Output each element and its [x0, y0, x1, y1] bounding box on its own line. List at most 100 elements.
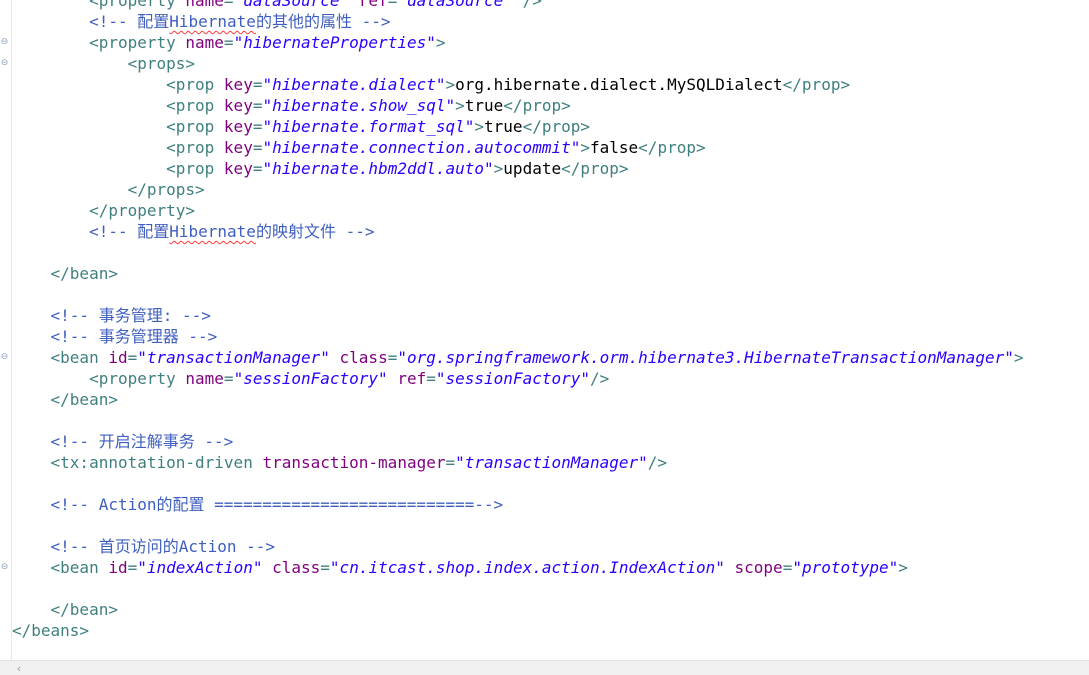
text-content-token: update — [503, 159, 562, 178]
attribute-value-token: "org.springframework.orm.hibernate3.Hibe… — [397, 348, 1014, 367]
editor-gutter: ⊖ ⊖ ⊖ ⊖ — [0, 0, 12, 660]
chevron-left-icon[interactable]: ‹ — [12, 662, 26, 675]
code-line[interactable]: </props> — [12, 179, 1089, 200]
attribute-name-token: class — [272, 558, 321, 577]
xml-editor[interactable]: ⊖ ⊖ ⊖ ⊖ <property name="dataSource" ref="da… — [0, 0, 1089, 675]
code-line[interactable] — [12, 473, 1089, 494]
text-content-token: org.hibernate.dialect.MySQLDialect — [455, 75, 783, 94]
xml-tag-token: = — [387, 348, 398, 367]
code-line[interactable]: <prop key="hibernate.dialect">org.hibern… — [12, 74, 1089, 95]
code-line[interactable]: <bean id="transactionManager" class="org… — [12, 347, 1089, 368]
horizontal-scrollbar[interactable]: ‹ — [0, 660, 1089, 675]
code-line[interactable]: <property name="hibernateProperties"> — [12, 32, 1089, 53]
attribute-value-token: "hibernateProperties" — [233, 33, 436, 52]
code-line[interactable]: <prop key="hibernate.format_sql">true</p… — [12, 116, 1089, 137]
code-line[interactable]: </bean> — [12, 599, 1089, 620]
attribute-value-token: "prototype" — [792, 558, 899, 577]
attribute-value-token: "transactionManager" — [137, 348, 330, 367]
code-line[interactable] — [12, 515, 1089, 536]
xml-tag-token: <prop — [166, 117, 224, 136]
code-line[interactable]: <!-- Action的配置 =========================… — [12, 494, 1089, 515]
xml-tag-token: </prop> — [522, 117, 590, 136]
code-line[interactable]: </beans> — [12, 620, 1089, 641]
xml-tag-token: <bean — [50, 558, 109, 577]
attribute-name-token: name — [185, 33, 224, 52]
code-line[interactable]: <prop key="hibernate.show_sql">true</pro… — [12, 95, 1089, 116]
code-line[interactable]: <property name="sessionFactory" ref="ses… — [12, 368, 1089, 389]
attribute-name-token: name — [185, 369, 224, 388]
xml-tag-token: = — [127, 558, 138, 577]
code-line[interactable]: <!-- 开启注解事务 --> — [12, 431, 1089, 452]
code-line[interactable]: <props> — [12, 53, 1089, 74]
code-line[interactable]: <property name="dataSource" ref="dataSou… — [12, 0, 1089, 11]
attribute-value-token: "hibernate.format_sql" — [262, 117, 475, 136]
code-line[interactable]: <prop key="hibernate.connection.autocomm… — [12, 137, 1089, 158]
attribute-name-token: name — [185, 0, 224, 10]
code-line[interactable]: <!-- 配置Hibernate的其他的属性 --> — [12, 11, 1089, 32]
comment-token: <!-- 首页访问的Action --> — [50, 537, 276, 556]
xml-tag-token: </beans> — [12, 621, 90, 640]
code-line[interactable]: <tx:annotation-driven transaction-manage… — [12, 452, 1089, 473]
code-line[interactable] — [12, 242, 1089, 263]
collapse-minus-icon[interactable]: ⊖ — [0, 38, 9, 47]
xml-tag-token: </bean> — [50, 390, 118, 409]
collapse-minus-icon[interactable]: ⊖ — [0, 353, 9, 362]
code-line[interactable]: <bean id="indexAction" class="cn.itcast.… — [12, 557, 1089, 578]
code-line[interactable] — [12, 284, 1089, 305]
xml-tag-token: </props> — [127, 180, 205, 199]
collapse-minus-icon[interactable]: ⊖ — [0, 59, 9, 68]
xml-tag-token: > — [455, 96, 465, 115]
xml-tag-token: = — [223, 0, 234, 10]
code-line[interactable]: </property> — [12, 200, 1089, 221]
code-line[interactable]: <!-- 配置Hibernate的映射文件 --> — [12, 221, 1089, 242]
xml-tag-token: = — [127, 348, 138, 367]
code-line[interactable] — [12, 578, 1089, 599]
comment-token: <!-- Action的配置 =========================… — [50, 495, 504, 514]
attribute-name-token: ref — [397, 369, 427, 388]
xml-tag-token: = — [445, 453, 456, 472]
attribute-name-token: key — [223, 75, 253, 94]
attribute-name-token: id — [108, 348, 128, 367]
xml-tag-token — [725, 558, 735, 577]
code-line[interactable]: <!-- 事务管理: --> — [12, 305, 1089, 326]
code-area[interactable]: <property name="dataSource" ref="dataSou… — [12, 0, 1089, 641]
code-line[interactable]: <prop key="hibernate.hbm2ddl.auto">updat… — [12, 158, 1089, 179]
code-line[interactable] — [12, 410, 1089, 431]
xml-tag-token — [388, 369, 398, 388]
xml-tag-token: <tx:annotation-driven — [50, 453, 263, 472]
code-line[interactable]: </bean> — [12, 389, 1089, 410]
comment-token: 的映射文件 --> — [255, 222, 375, 241]
xml-tag-token: </property> — [89, 201, 196, 220]
attribute-value-token: "indexAction" — [137, 558, 263, 577]
code-line[interactable]: </bean> — [12, 263, 1089, 284]
xml-tag-token: <property — [89, 33, 186, 52]
code-line[interactable]: <!-- 事务管理器 --> — [12, 326, 1089, 347]
xml-tag-token: = — [426, 369, 436, 388]
code-line[interactable]: <!-- 首页访问的Action --> — [12, 536, 1089, 557]
xml-tag-token: </prop> — [503, 96, 571, 115]
xml-tag-token: <prop — [166, 96, 224, 115]
attribute-name-token: scope — [734, 558, 783, 577]
attribute-value-token: "hibernate.hbm2ddl.auto" — [262, 159, 494, 178]
collapse-minus-icon[interactable]: ⊖ — [0, 563, 9, 572]
comment-token: <!-- 开启注解事务 --> — [50, 432, 234, 451]
xml-tag-token: </bean> — [50, 600, 118, 619]
xml-tag-token — [349, 0, 359, 10]
attribute-value-token: "dataSource" — [233, 0, 350, 10]
